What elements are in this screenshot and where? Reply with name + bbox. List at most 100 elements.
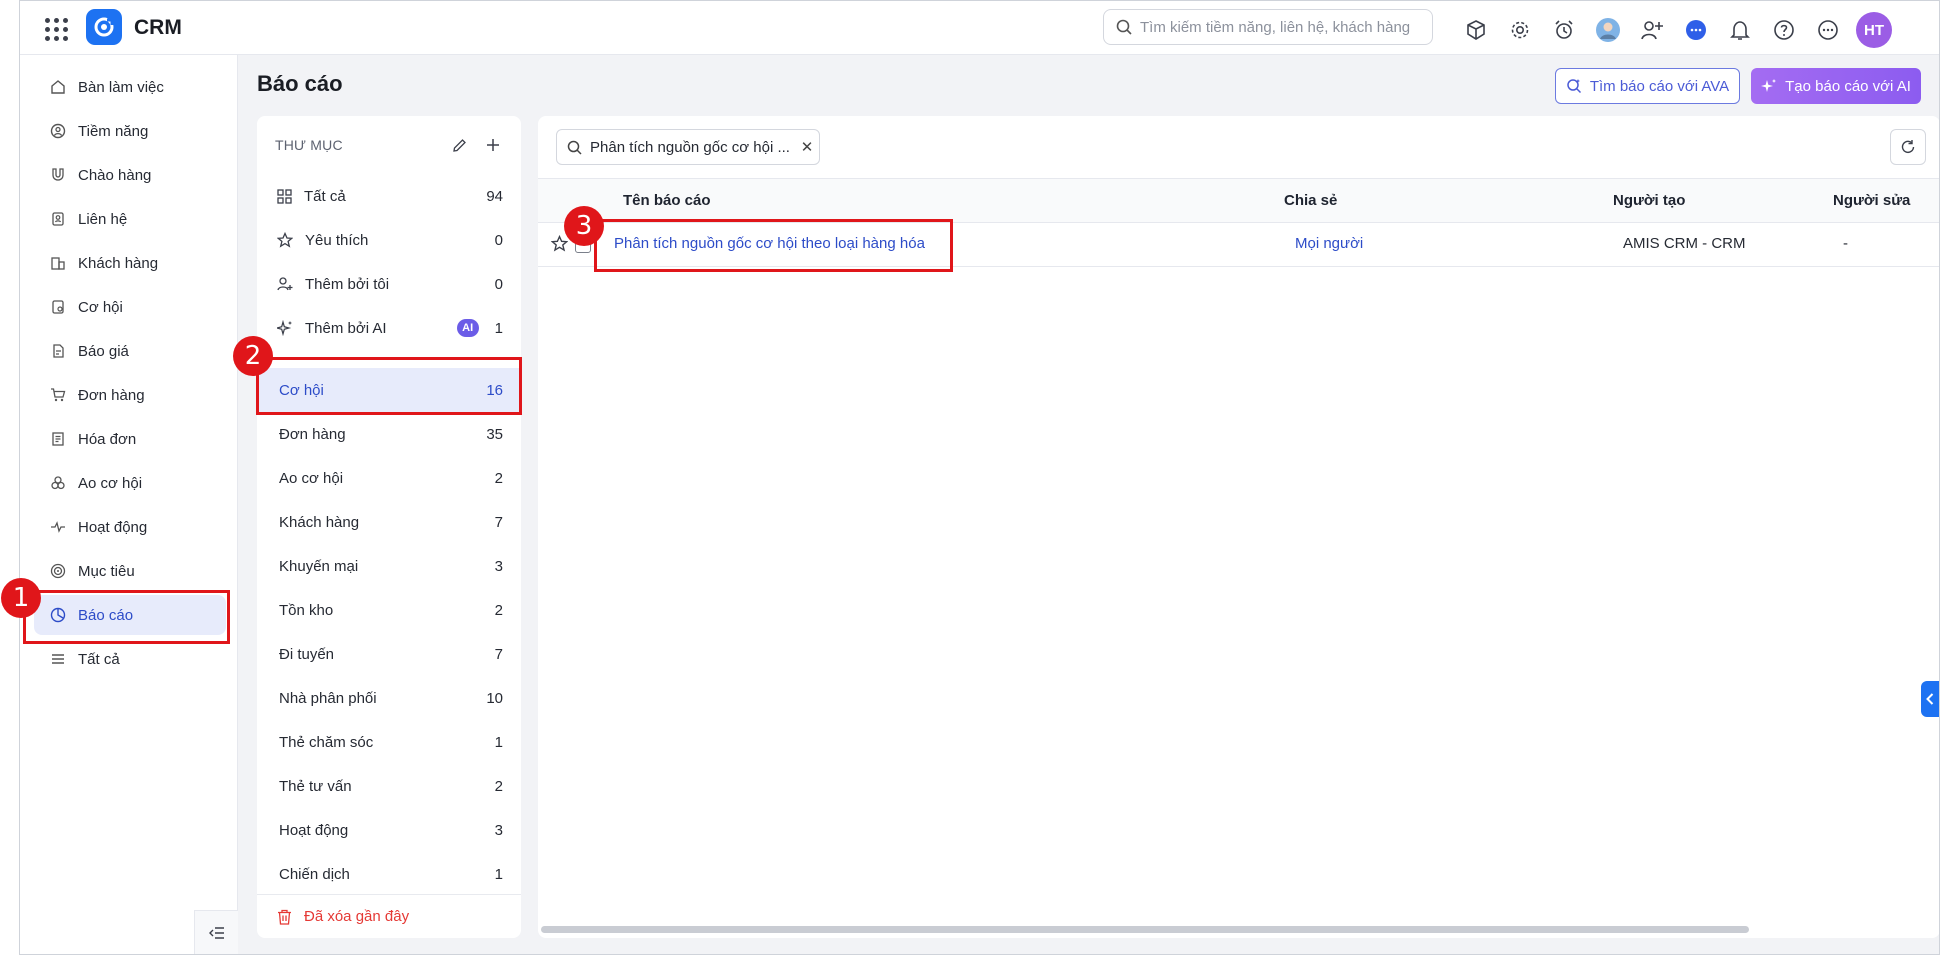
- sidebar-item-lien-he[interactable]: Liên hệ: [34, 199, 226, 239]
- folder-the-cham-soc[interactable]: Thẻ chăm sóc 1: [257, 720, 521, 764]
- report-search-chip[interactable]: Phân tích nguồn gốc cơ hội ... ✕: [556, 129, 820, 165]
- target-icon: [50, 563, 66, 579]
- bell-icon[interactable]: [1724, 14, 1756, 46]
- folder-khach-hang[interactable]: Khách hàng 7: [257, 500, 521, 544]
- add-folder-button[interactable]: [479, 131, 507, 159]
- star-icon[interactable]: [551, 235, 568, 252]
- sidebar-item-khach-hang[interactable]: Khách hàng: [34, 243, 226, 283]
- recently-deleted[interactable]: Đã xóa gần đây: [257, 894, 521, 938]
- user-photo-icon[interactable]: [1592, 14, 1624, 46]
- more-icon[interactable]: [1812, 14, 1844, 46]
- global-search[interactable]: [1103, 9, 1433, 45]
- edit-folder-button[interactable]: [445, 131, 473, 159]
- horizontal-scrollbar[interactable]: [541, 926, 1749, 933]
- folder-the-tu-van[interactable]: Thẻ tư vấn 2: [257, 764, 521, 808]
- user-avatar[interactable]: HT: [1856, 12, 1892, 48]
- folder-khuyen-mai[interactable]: Khuyến mại 3: [257, 544, 521, 588]
- search-input[interactable]: [1140, 18, 1420, 36]
- sidebar-menu: Bàn làm việc Tiềm năng Chào hàng Liên hệ…: [34, 67, 226, 683]
- sidebar-item-co-hoi[interactable]: Cơ hội: [34, 287, 226, 327]
- create-with-ai-button[interactable]: Tạo báo cáo với AI: [1751, 68, 1921, 104]
- lead-icon: [50, 123, 66, 139]
- sidebar-item-bao-gia[interactable]: Báo giá: [34, 331, 226, 371]
- folder-count: 1: [494, 319, 503, 337]
- sidebar-item-hoat-dong[interactable]: Hoạt động: [34, 507, 226, 547]
- cube-icon[interactable]: [1460, 14, 1492, 46]
- folder-added-by-me[interactable]: Thêm bởi tôi 0: [257, 262, 521, 306]
- sidebar-item-don-hang[interactable]: Đơn hàng: [34, 375, 226, 415]
- top-toolbar: HT: [1460, 12, 1892, 48]
- step-marker-2: 2: [233, 336, 273, 376]
- column-header-name[interactable]: Tên báo cáo: [623, 192, 711, 209]
- sidebar-item-tiem-nang[interactable]: Tiềm năng: [34, 111, 226, 151]
- folder-label: Đi tuyến: [279, 645, 335, 663]
- search-icon: [567, 140, 582, 155]
- step-marker-3: 3: [564, 206, 604, 246]
- folder-chien-dich[interactable]: Chiến dịch 1: [257, 852, 521, 896]
- folder-all[interactable]: Tất cả 94: [257, 174, 521, 218]
- grid-icon: [277, 188, 292, 204]
- report-share-link[interactable]: Mọi người: [1295, 235, 1363, 252]
- chat-icon[interactable]: [1680, 14, 1712, 46]
- folder-label: Thêm bởi tôi: [305, 275, 390, 293]
- sidebar-item-ban-lam-viec[interactable]: Bàn làm việc: [34, 67, 226, 107]
- folder-label: Hoạt động: [279, 821, 349, 839]
- folder-favorites[interactable]: Yêu thích 0: [257, 218, 521, 262]
- folder-count: 1: [494, 733, 503, 751]
- app-launcher-icon[interactable]: [42, 15, 68, 41]
- clear-search-icon[interactable]: ✕: [795, 138, 819, 156]
- sidebar-item-label: Tiềm năng: [78, 122, 149, 140]
- column-header-creator[interactable]: Người tạo: [1613, 192, 1685, 209]
- alarm-clock-icon[interactable]: [1548, 14, 1580, 46]
- folder-label: Tồn kho: [279, 601, 334, 619]
- home-icon: [51, 80, 65, 94]
- folder-di-tuyen[interactable]: Đi tuyến 7: [257, 632, 521, 676]
- chevron-left-icon: [1926, 693, 1934, 705]
- sidebar-item-bao-cao[interactable]: Báo cáo: [34, 595, 226, 635]
- folder-hoat-dong[interactable]: Hoạt động 3: [257, 808, 521, 852]
- trash-icon: [278, 909, 291, 925]
- sidebar-item-chao-hang[interactable]: Chào hàng: [34, 155, 226, 195]
- left-sidebar: Bàn làm việc Tiềm năng Chào hàng Liên hệ…: [20, 55, 238, 954]
- sidebar-item-label: Tất cả: [78, 650, 120, 668]
- folder-don-hang[interactable]: Đơn hàng 35: [257, 412, 521, 456]
- sidebar-item-label: Mục tiêu: [78, 562, 135, 580]
- folder-count: 7: [494, 645, 503, 663]
- table-row[interactable]: Phân tích nguồn gốc cơ hội theo loại hàn…: [538, 223, 1939, 267]
- app-title: CRM: [134, 16, 182, 39]
- column-header-share[interactable]: Chia sẻ: [1284, 192, 1337, 209]
- crm-logo-icon[interactable]: [86, 9, 122, 45]
- folder-panel: THƯ MỤC Tất cả 94 Yêu thích 0 Thêm bởi t…: [257, 116, 521, 938]
- sidebar-item-tat-ca[interactable]: Tất cả: [34, 639, 226, 679]
- add-user-icon[interactable]: [1636, 14, 1668, 46]
- folder-added-by-ai[interactable]: Thêm bởi AI AI 1: [257, 306, 521, 350]
- sidebar-item-hoa-don[interactable]: Hóa đơn: [34, 419, 226, 459]
- report-name-link[interactable]: Phân tích nguồn gốc cơ hội theo loại hàn…: [614, 235, 925, 252]
- quote-icon: [53, 344, 64, 358]
- refresh-button[interactable]: [1890, 129, 1926, 165]
- invoice-icon: [52, 432, 64, 446]
- sidebar-item-label: Hoạt động: [78, 518, 148, 536]
- folder-nha-phan-phoi[interactable]: Nhà phân phối 10: [257, 676, 521, 720]
- folder-count: 35: [486, 425, 503, 443]
- help-icon[interactable]: [1768, 14, 1800, 46]
- sidebar-item-label: Liên hệ: [78, 210, 128, 228]
- search-with-ava-button[interactable]: Tìm báo cáo với AVA: [1555, 68, 1740, 104]
- folder-count: 10: [486, 689, 503, 707]
- sidebar-item-ao-co-hoi[interactable]: Ao cơ hội: [34, 463, 226, 503]
- folder-count: 3: [494, 821, 503, 839]
- sidebar-item-muc-tieu[interactable]: Mục tiêu: [34, 551, 226, 591]
- folder-count: 0: [494, 231, 503, 249]
- folder-co-hoi[interactable]: Cơ hội 16: [257, 368, 521, 412]
- gear-icon[interactable]: [1504, 14, 1536, 46]
- expand-panel-button[interactable]: [1921, 681, 1939, 717]
- folder-ton-kho[interactable]: Tồn kho 2: [257, 588, 521, 632]
- column-header-editor[interactable]: Người sửa: [1833, 192, 1910, 209]
- folder-count: 1: [494, 865, 503, 883]
- report-search-text: Phân tích nguồn gốc cơ hội ...: [590, 138, 790, 156]
- folder-count: 3: [494, 557, 503, 575]
- collapse-sidebar-button[interactable]: [194, 910, 238, 954]
- folder-label: Cơ hội: [279, 381, 324, 399]
- folder-ao-co-hoi[interactable]: Ao cơ hội 2: [257, 456, 521, 500]
- folder-label: Thẻ tư vấn: [279, 777, 352, 795]
